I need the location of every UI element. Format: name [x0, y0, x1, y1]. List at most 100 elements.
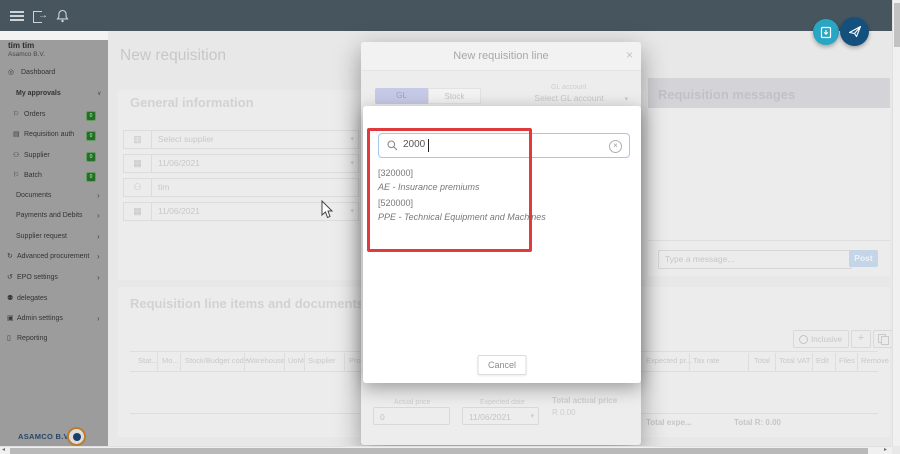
column-header: Supplier: [308, 356, 336, 365]
column-header: Remove: [861, 356, 889, 365]
copy-line-button[interactable]: [873, 330, 893, 348]
printer-icon: ▣: [7, 315, 14, 322]
gl-account-label: GL account: [551, 84, 587, 91]
select-arrow-icon: ▾: [530, 413, 534, 420]
expected-date-value: 11/06/2021: [469, 412, 511, 422]
add-line-button[interactable]: +: [851, 330, 871, 348]
order-date-value: 11/06/2021: [158, 158, 200, 168]
horizontal-scrollbar[interactable]: ◂ ▸: [0, 446, 892, 454]
sidebar-item-payments-debits[interactable]: Payments and Debits ›: [0, 209, 108, 223]
mouse-cursor: [321, 200, 333, 219]
horizontal-scrollbar-thumb[interactable]: [10, 448, 868, 454]
actual-price-input[interactable]: 0: [373, 407, 450, 425]
sidebar-item-documents[interactable]: Documents ›: [0, 189, 108, 203]
total-actual-price-value: R 0.00: [552, 408, 576, 417]
sidebar-item-label: delegates: [17, 295, 48, 302]
line-items-title: Requisition line items and documents: [130, 296, 365, 311]
document-icon: ▯: [7, 335, 11, 342]
dashboard-icon: ◎: [8, 69, 15, 76]
person-icon: ⚇: [124, 179, 152, 196]
clear-icon[interactable]: ×: [609, 139, 622, 153]
people-icon: ⚉: [7, 295, 14, 302]
calendar-icon: ▦: [124, 203, 152, 220]
sidebar-item-orders[interactable]: ⚐ Orders 0: [0, 108, 108, 122]
menu-icon[interactable]: [10, 11, 24, 21]
sidebar-item-label: Payments and Debits: [16, 212, 83, 219]
sidebar-item-advanced-procurement[interactable]: ↻ Advanced procurement ›: [0, 250, 108, 264]
sidebar-company: Asamco B.V.: [8, 51, 45, 58]
column-header: Edit: [816, 356, 829, 365]
sidebar-user-name: tim tim: [8, 41, 35, 50]
sidebar: tim tim Asamco B.V. ◎ Dashboard My appro…: [0, 31, 108, 454]
save-draft-fab[interactable]: [813, 19, 839, 45]
radio-icon: [799, 335, 808, 344]
requisition-messages-card: Requisition messages Type a message... P…: [648, 78, 890, 276]
expected-date-select[interactable]: 11/06/2021 ▾: [462, 407, 539, 425]
order-date-field[interactable]: ▦ 11/06/2021 ▾: [123, 154, 359, 173]
sidebar-item-label: Orders: [24, 111, 46, 118]
chevron-down-icon[interactable]: ∨: [97, 87, 101, 101]
calendar-icon: ▦: [124, 155, 152, 172]
sidebar-item-label: Supplier request: [16, 233, 67, 240]
send-fab[interactable]: [840, 17, 869, 46]
sidebar-item-batch[interactable]: ⚐ Batch 0: [0, 169, 108, 183]
requester-field[interactable]: ⚇ tim: [123, 178, 359, 197]
sidebar-item-label: Requisition auth: [24, 131, 75, 138]
sidebar-item-supplier[interactable]: ⚇ Supplier 0: [0, 149, 108, 163]
sidebar-item-reporting[interactable]: ▯ Reporting: [0, 332, 108, 346]
requester-value: tim: [158, 182, 170, 192]
copy-icon-back: [881, 336, 889, 345]
top-bar: →: [0, 0, 892, 31]
column-header: Expected pr...: [646, 356, 692, 365]
paper-plane-icon: [848, 25, 861, 38]
column-header: Total: [754, 356, 770, 365]
actual-price-value: 0: [380, 412, 385, 422]
sidebar-item-label: Batch: [24, 172, 42, 179]
scrollbar-corner: [892, 446, 900, 454]
person-add-icon: ⚇: [13, 152, 20, 159]
chevron-right-icon: ›: [97, 252, 100, 261]
inclusive-toggle[interactable]: Inclusive: [793, 330, 849, 348]
post-button[interactable]: Post: [849, 250, 878, 267]
tab-gl[interactable]: GL: [375, 88, 428, 104]
card-title: General information: [130, 95, 254, 110]
cancel-button[interactable]: Cancel: [477, 355, 527, 375]
supplier-select[interactable]: ▥ Select supplier ▾: [123, 130, 359, 149]
vertical-scrollbar-thumb[interactable]: [894, 3, 900, 47]
sidebar-item-label: Supplier: [24, 152, 50, 159]
bell-icon[interactable]: [56, 9, 69, 23]
inclusive-label: Inclusive: [811, 335, 843, 344]
truck-icon: ▥: [124, 131, 152, 148]
supplier-select-value: Select supplier: [158, 134, 214, 144]
flag-icon: ⚐: [13, 172, 20, 179]
logout-arrow-icon[interactable]: →: [38, 9, 48, 22]
column-header: Tax rate: [693, 356, 720, 365]
app-window: → tim tim Asamco B.V. ◎ Dashboard My app…: [0, 0, 900, 454]
select-arrow-icon: ▾: [350, 208, 354, 215]
column-header: Warehouse: [247, 356, 286, 365]
message-input[interactable]: Type a message...: [658, 250, 852, 269]
scroll-right-arrow-icon[interactable]: ▸: [884, 447, 887, 454]
sidebar-item-my-approvals[interactable]: My approvals ∨: [0, 87, 108, 101]
sidebar-item-admin-settings[interactable]: ▣ Admin settings ›: [0, 312, 108, 326]
card-icon: ▤: [13, 131, 20, 138]
close-icon[interactable]: ×: [626, 48, 633, 62]
orders-count-badge: 0: [86, 111, 96, 121]
scroll-left-arrow-icon[interactable]: ◂: [2, 447, 5, 454]
page-title: New requisition: [120, 47, 226, 64]
gl-account-select[interactable]: Select GL account ▾: [508, 92, 630, 107]
sidebar-item-requisition-auth[interactable]: ▤ Requisition auth 0: [0, 128, 108, 142]
sidebar-item-label: Reporting: [17, 335, 48, 342]
vertical-scrollbar[interactable]: [892, 0, 900, 446]
recycle-icon: ↻: [7, 253, 13, 260]
select-arrow-icon: ▾: [350, 160, 354, 167]
sidebar-item-epo-settings[interactable]: ↺ EPO settings ›: [0, 271, 108, 285]
sidebar-item-delegates[interactable]: ⚉ delegates: [0, 292, 108, 306]
chevron-right-icon: ›: [97, 211, 100, 220]
annotation-highlight-box: [367, 128, 532, 252]
tab-stock[interactable]: Stock: [428, 88, 481, 104]
sidebar-item-label: Admin settings: [17, 315, 63, 322]
batch-count-badge: 0: [86, 172, 96, 182]
sidebar-item-dashboard[interactable]: ◎ Dashboard: [0, 66, 108, 80]
sidebar-item-supplier-request[interactable]: Supplier request ›: [0, 230, 108, 244]
